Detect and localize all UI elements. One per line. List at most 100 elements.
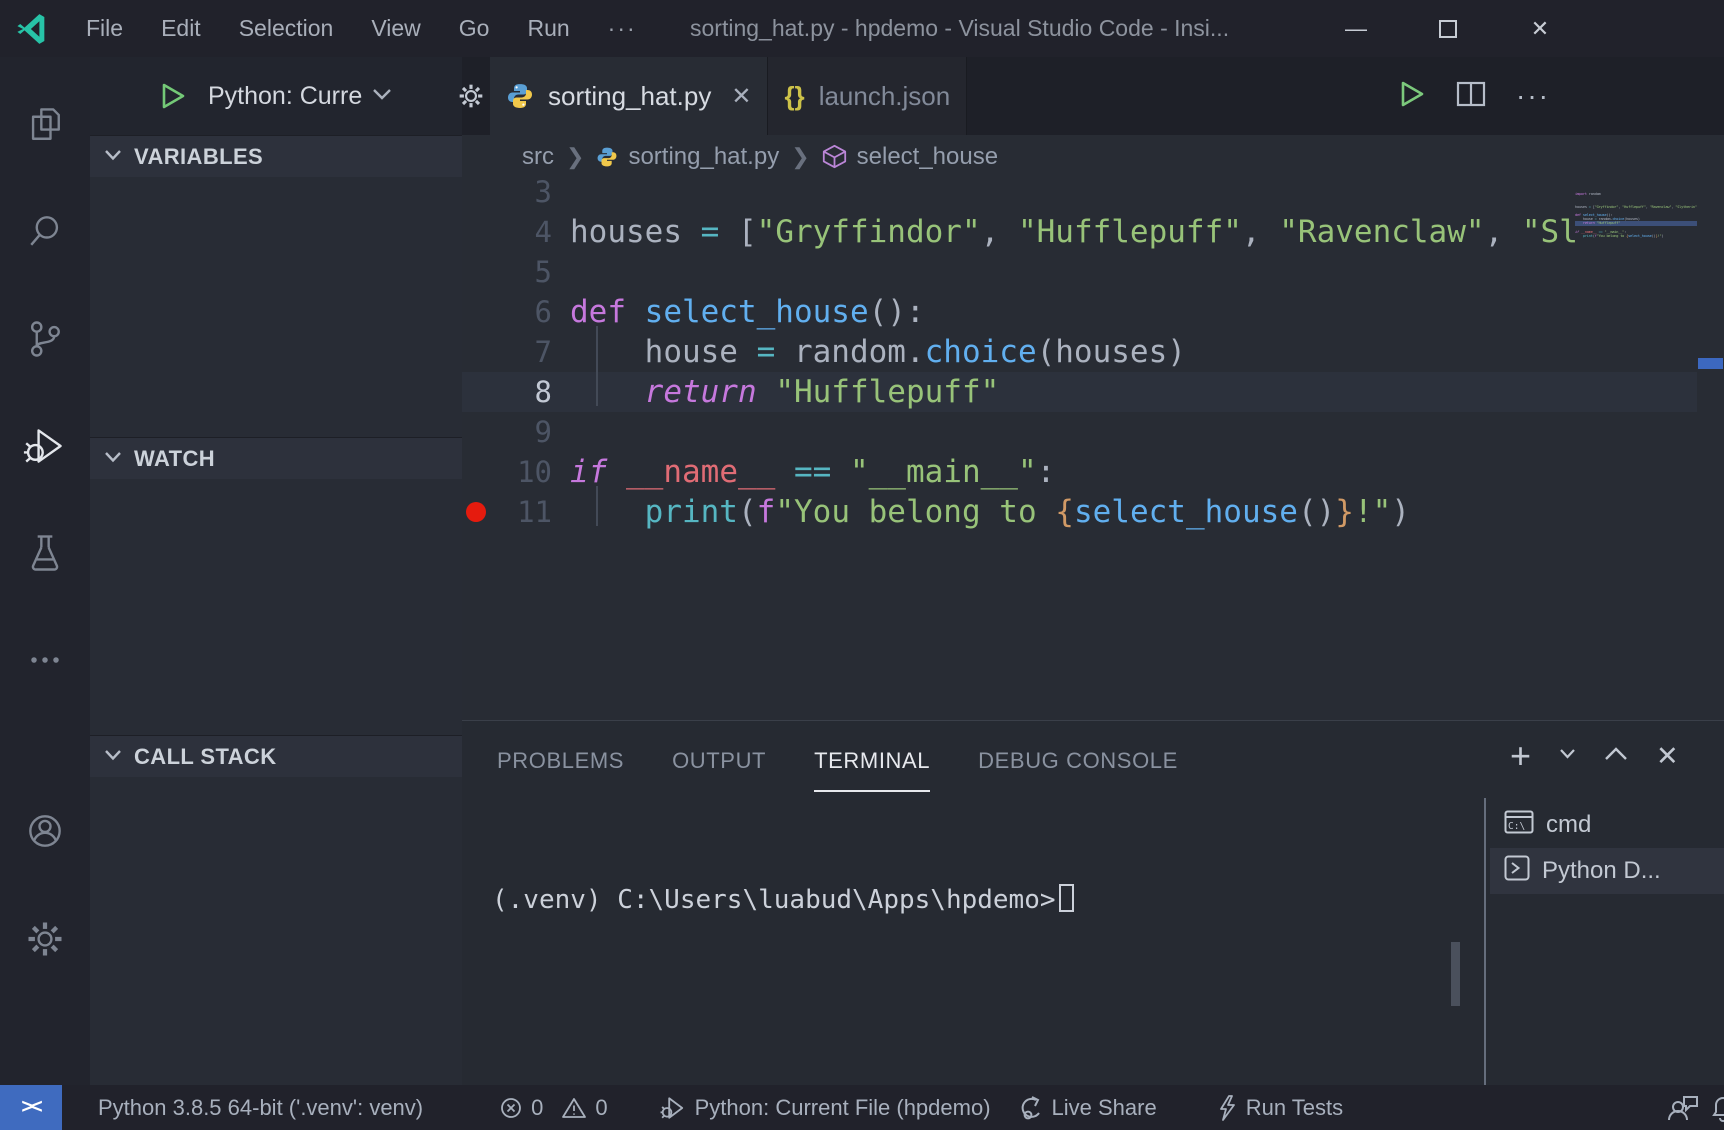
notifications-bell-icon[interactable]	[1708, 1093, 1724, 1123]
activity-source-control-icon[interactable]	[0, 285, 90, 392]
code-line-8[interactable]: 8 return "Hufflepuff"	[462, 372, 1724, 412]
code-line-10[interactable]: 10if __name__ == "__main__":	[462, 452, 1724, 492]
vscode-insiders-logo	[16, 12, 50, 46]
maximize-panel-icon[interactable]	[1604, 746, 1628, 766]
menu-item-run[interactable]: Run	[527, 15, 569, 42]
code-line-3[interactable]: 3	[462, 178, 1724, 212]
menu-bar: File Edit Selection View Go Run ···	[86, 15, 637, 42]
breadcrumb-symbol[interactable]: select_house	[822, 143, 998, 171]
activity-run-and-debug-icon[interactable]	[0, 392, 90, 499]
problems-status[interactable]: 0 0	[499, 1095, 618, 1121]
activity-explorer-icon[interactable]	[0, 71, 90, 178]
live-share-status[interactable]: Live Share	[1017, 1095, 1157, 1121]
python-interpreter-status[interactable]: Python 3.8.5 64-bit ('.venv': venv)	[98, 1095, 423, 1121]
debug-settings-gear-icon[interactable]	[454, 79, 488, 113]
menu-item-view[interactable]: View	[371, 15, 420, 42]
terminal-scrollbar[interactable]	[1451, 942, 1460, 1006]
line-number: 11	[490, 492, 552, 532]
activity-search-icon[interactable]	[0, 178, 90, 285]
overview-ruler-mark	[1698, 358, 1723, 369]
section-body[interactable]	[90, 479, 462, 735]
split-editor-icon[interactable]	[1456, 81, 1486, 112]
code-line-7[interactable]: 7 house = random.choice(houses)	[462, 332, 1724, 372]
code-line-6[interactable]: 6def select_house():	[462, 292, 1724, 332]
panel-tab-debug-console[interactable]: DEBUG CONSOLE	[978, 748, 1178, 792]
code-editor[interactable]: 34houses = ["Gryffindor", "Hufflepuff", …	[462, 178, 1724, 720]
activity-bar-bottom	[0, 777, 90, 1085]
code-text: def select_house():	[570, 292, 925, 332]
debug-toolbar: Python: Curre	[90, 57, 462, 135]
code-line-4[interactable]: 4houses = ["Gryffindor", "Hufflepuff", "…	[462, 212, 1724, 252]
tab-launch-json[interactable]: {} launch.json	[768, 57, 967, 135]
tab-sorting-hat[interactable]: sorting_hat.py ✕	[490, 57, 768, 135]
section-header[interactable]: VARIABLES	[90, 135, 462, 177]
close-button[interactable]: ✕	[1494, 0, 1586, 57]
breadcrumb-file[interactable]: sorting_hat.py	[596, 143, 779, 171]
title-bar: File Edit Selection View Go Run ··· sorting_ha…	[0, 0, 1724, 57]
line-number: 3	[490, 178, 552, 212]
activity-settings-icon[interactable]	[0, 885, 90, 993]
chevron-down-icon[interactable]	[372, 87, 392, 106]
lightning-icon	[1217, 1094, 1237, 1122]
debug-config-dropdown[interactable]: Python: Curre	[208, 82, 362, 111]
panel-tab-terminal[interactable]: TERMINAL	[814, 748, 930, 792]
menu-item-edit[interactable]: Edit	[161, 15, 201, 42]
section-header[interactable]: WATCH	[90, 437, 462, 479]
code-line-5[interactable]: 5	[462, 252, 1724, 292]
tab-close-icon[interactable]: ✕	[731, 82, 751, 111]
python-file-icon	[596, 146, 618, 168]
run-tests-status[interactable]: Run Tests	[1217, 1094, 1343, 1122]
live-share-icon	[1017, 1095, 1043, 1121]
activity-more-icon[interactable]	[0, 606, 90, 713]
debug-config-status[interactable]: Python: Current File (hpdemo)	[660, 1095, 991, 1121]
terminal-item-label: cmd	[1546, 811, 1591, 839]
shell-terminal-icon	[1504, 855, 1530, 888]
terminal-item-cmd[interactable]: C:\ cmd	[1490, 802, 1724, 848]
remote-indicator[interactable]: ><	[0, 1085, 62, 1130]
minimize-button[interactable]: —	[1310, 0, 1402, 57]
terminal-view: (.venv) C:\Users\luabud\Apps\hpdemo> C:\…	[462, 792, 1724, 1085]
close-panel-icon[interactable]: ✕	[1656, 741, 1679, 772]
maximize-button[interactable]	[1402, 0, 1494, 57]
terminal-item-python-d-[interactable]: Python D...	[1490, 848, 1724, 894]
menu-item-selection[interactable]: Selection	[239, 15, 334, 42]
terminal-list-sash[interactable]	[1484, 798, 1486, 1085]
code-text: house = random.choice(houses)	[570, 332, 1186, 372]
activity-accounts-icon[interactable]	[0, 777, 90, 885]
svg-text:C:\: C:\	[1508, 821, 1525, 832]
section-call-stack: CALL STACK	[90, 735, 462, 1085]
new-terminal-icon[interactable]: +	[1510, 735, 1531, 777]
window-controls: — ✕	[1310, 0, 1586, 57]
terminal-cursor	[1059, 884, 1074, 912]
terminal-instance-list: C:\ cmd Python D...	[1490, 802, 1724, 894]
code-line-11[interactable]: 11 print(f"You belong to {select_house()…	[462, 492, 1724, 532]
more-actions-icon[interactable]: ···	[1516, 80, 1550, 112]
section-body[interactable]	[90, 777, 462, 1085]
minimap-line: print(f"You belong to {select_house()}!"…	[1575, 234, 1697, 238]
menu-item-file[interactable]: File	[86, 15, 123, 42]
editor-actions: ···	[1398, 57, 1550, 135]
terminal-dropdown-chevron-icon[interactable]	[1559, 747, 1576, 765]
panel-tab-problems[interactable]: PROBLEMS	[497, 748, 624, 792]
code-text: return "Hufflepuff"	[570, 372, 999, 412]
activity-testing-icon[interactable]	[0, 499, 90, 606]
breakpoint-indicator[interactable]	[462, 502, 490, 522]
run-python-file-icon[interactable]	[1398, 80, 1426, 113]
panel-tab-output[interactable]: OUTPUT	[672, 748, 766, 792]
tab-label: launch.json	[819, 81, 951, 112]
bottom-panel: PROBLEMSOUTPUTTERMINALDEBUG CONSOLE + ✕ …	[462, 720, 1724, 1085]
start-debugging-icon[interactable]	[160, 83, 186, 109]
editor-group: sorting_hat.py ✕ {} launch.json ···	[462, 57, 1724, 1085]
menu-item-go[interactable]: Go	[459, 15, 490, 42]
menu-more-icon[interactable]: ···	[608, 15, 637, 42]
window-title: sorting_hat.py - hpdemo - Visual Studio …	[690, 0, 1229, 57]
code-text: print(f"You belong to {select_house()}!"…	[570, 492, 1410, 532]
code-line-9[interactable]: 9	[462, 412, 1724, 452]
minimap[interactable]: import randomhouses = ["Gryffindor", "Hu…	[1575, 192, 1697, 238]
terminal-prompt[interactable]: (.venv) C:\Users\luabud\Apps\hpdemo>	[492, 884, 1074, 915]
section-body[interactable]	[90, 177, 462, 437]
section-header[interactable]: CALL STACK	[90, 735, 462, 777]
breadcrumb-src[interactable]: src	[522, 143, 554, 171]
feedback-icon[interactable]	[1666, 1093, 1700, 1123]
chevron-right-icon: ❯	[791, 144, 809, 170]
